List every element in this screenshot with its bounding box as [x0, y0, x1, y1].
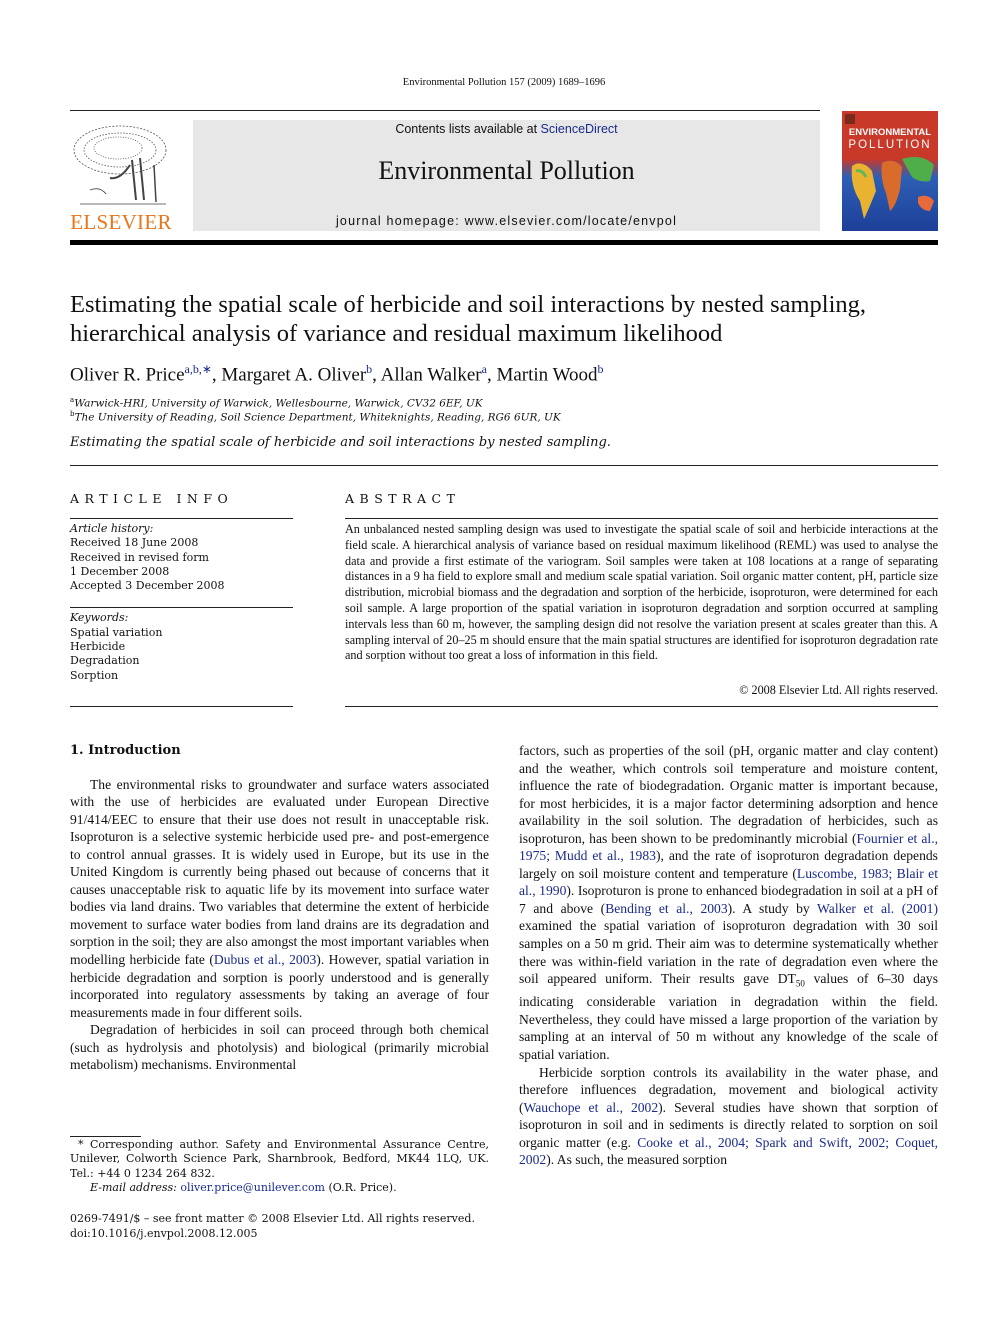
elsevier-logo-text: ELSEVIER [70, 210, 172, 234]
affiliation: aWarwick-HRI, University of Warwick, Wel… [70, 396, 483, 410]
affiliation: bThe University of Reading, Soil Science… [70, 410, 561, 424]
cover-title-line1: ENVIRONMENTAL [848, 127, 932, 138]
article-history-label: Article history: [70, 522, 154, 535]
paragraph: The environmental risks to groundwater a… [70, 776, 489, 1022]
article-info-bottom-rule [70, 706, 293, 707]
section-heading: 1. Introduction [70, 743, 181, 758]
article-info: Article history: Received 18 June 2008 R… [70, 522, 293, 683]
author-affiliation-mark[interactable]: b [597, 362, 603, 376]
abstract-text: An unbalanced nested sampling design was… [345, 522, 938, 663]
article-info-heading: ARTICLE INFO [70, 491, 234, 506]
cover-title-line2: POLLUTION [848, 139, 932, 151]
paragraph-text: ). As such, the measured sorption [546, 1152, 728, 1168]
author-affiliation-mark[interactable]: a,b,∗ [185, 362, 212, 376]
short-title: Estimating the spatial scale of herbicid… [70, 435, 611, 450]
paragraph: factors, such as properties of the soil … [519, 742, 938, 1064]
citation-link[interactable]: Bending et al., 2003 [605, 901, 727, 916]
keyword: Spatial variation [70, 625, 163, 639]
history-item: Received 18 June 2008 [70, 536, 199, 550]
author-affiliation-mark[interactable]: b [366, 362, 372, 376]
journal-title: Environmental Pollution [378, 156, 635, 185]
email-link[interactable]: oliver.price@unilever.com [180, 1181, 325, 1194]
paragraph: Degradation of herbicides in soil can pr… [70, 1022, 489, 1073]
footnote: * Corresponding author. Safety and Envir… [70, 1138, 489, 1195]
footnote-rule [70, 1136, 141, 1137]
abstract-bottom-rule [345, 706, 938, 707]
contents-line: Contents lists available at ScienceDirec… [193, 122, 820, 136]
subscript: 50 [795, 978, 805, 989]
contents-prefix: Contents lists available at [395, 122, 541, 136]
email-line: E-mail address: oliver.price@unilever.co… [70, 1181, 489, 1195]
article-title: Estimating the spatial scale of herbicid… [70, 291, 867, 347]
affiliation-text: Warwick-HRI, University of Warwick, Well… [74, 397, 483, 410]
title-divider [70, 465, 938, 466]
email-suffix: (O.R. Price). [325, 1180, 397, 1194]
author-name[interactable]: Margaret A. Oliver [221, 364, 366, 385]
abstract-rule [345, 518, 938, 519]
journal-cover-image[interactable]: ENVIRONMENTAL POLLUTION [842, 111, 938, 231]
keywords-rule [70, 607, 293, 609]
author-name[interactable]: Oliver R. Price [70, 364, 185, 385]
affiliation-text: The University of Reading, Soil Science … [74, 411, 561, 424]
abstract-copyright: © 2008 Elsevier Ltd. All rights reserved… [739, 683, 938, 697]
author-affiliation-mark[interactable]: a [482, 362, 487, 376]
paragraph-text: ). A study by [727, 900, 818, 916]
keyword: Herbicide [70, 640, 126, 654]
issn-line: 0269-7491/$ – see front matter © 2008 El… [70, 1212, 475, 1225]
body-column-right: factors, such as properties of the soil … [519, 742, 938, 1169]
doi-line[interactable]: doi:10.1016/j.envpol.2008.12.005 [70, 1227, 475, 1242]
corresponding-author-note: * Corresponding author. Safety and Envir… [70, 1138, 489, 1180]
history-item: 1 December 2008 [70, 564, 170, 578]
citation-link[interactable]: Wauchope et al., 2002 [524, 1100, 659, 1115]
sciencedirect-link[interactable]: ScienceDirect [541, 122, 618, 136]
header-rule [70, 110, 820, 111]
abstract-heading: ABSTRACT [345, 491, 461, 506]
front-matter: 0269-7491/$ – see front matter © 2008 El… [70, 1212, 475, 1241]
history-item: Accepted 3 December 2008 [70, 579, 225, 593]
keyword: Sorption [70, 668, 119, 682]
article-info-rule [70, 518, 293, 519]
keywords-label: Keywords: [70, 611, 129, 625]
history-item: Received in revised form [70, 550, 209, 564]
citation-link[interactable]: Dubus et al., 2003 [214, 952, 316, 967]
journal-homepage-link[interactable]: journal homepage: www.elsevier.com/locat… [193, 214, 820, 228]
header-thick-rule [70, 240, 938, 245]
author-name[interactable]: Allan Walker [381, 364, 482, 385]
paragraph-text: The environmental risks to groundwater a… [70, 776, 489, 968]
email-label: E-mail address: [90, 1180, 181, 1194]
citation-link[interactable]: Walker et al. (2001) [817, 901, 938, 916]
journal-reference: Environmental Pollution 157 (2009) 1689–… [402, 77, 606, 88]
author-name[interactable]: Martin Wood [496, 364, 597, 385]
keyword: Degradation [70, 654, 140, 668]
body-column-left: 1. Introduction The environmental risks … [70, 742, 489, 1074]
paragraph: Herbicide sorption controls its availabi… [519, 1064, 938, 1169]
author-list: Oliver R. Pricea,b,∗, Margaret A. Oliver… [70, 362, 604, 386]
journal-masthead: Contents lists available at ScienceDirec… [193, 120, 820, 231]
